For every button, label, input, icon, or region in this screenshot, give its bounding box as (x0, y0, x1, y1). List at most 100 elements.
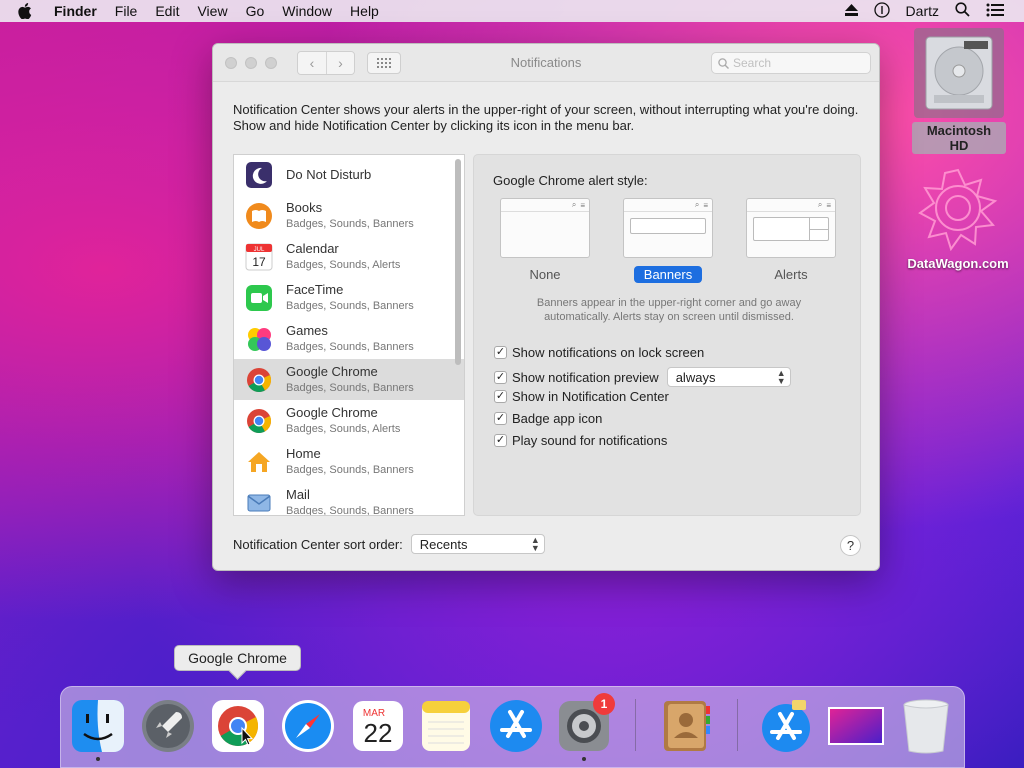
alert-style-banners[interactable]: ⌕ ≡ Banners (623, 198, 713, 283)
notification-center-checkbox[interactable]: ✓ (494, 390, 507, 403)
dock-contacts[interactable] (657, 695, 715, 757)
app-list-scrollbar[interactable] (455, 159, 461, 365)
lock-screen-checkbox[interactable]: ✓ (494, 346, 507, 359)
app-notification-summary: Badges, Sounds, Banners (286, 300, 414, 312)
dock-trash[interactable] (897, 695, 955, 757)
lock-screen-option[interactable]: ✓ Show notifications on lock screen (494, 345, 704, 360)
app-notification-summary: Badges, Sounds, Alerts (286, 259, 401, 271)
facetime-icon (244, 283, 274, 313)
notifications-window: ‹ › Notifications Notification Center sh… (212, 43, 880, 571)
list-item-google-chrome-selected[interactable]: Google Chrome Badges, Sounds, Banners (234, 359, 464, 400)
search-field[interactable] (711, 52, 871, 74)
sound-checkbox[interactable]: ✓ (494, 434, 507, 447)
calendar-month-label: JUL (254, 247, 265, 253)
list-item-games[interactable]: Games Badges, Sounds, Banners (234, 318, 464, 359)
badge-checkbox[interactable]: ✓ (494, 412, 507, 425)
app-name: Calendar (286, 241, 339, 256)
app-notification-summary: Badges, Sounds, Alerts (286, 423, 401, 435)
app-store-icon (762, 700, 810, 752)
calendar-icon: JUL 17 (244, 242, 274, 272)
alert-style-help-text: Banners appear in the upper-right corner… (536, 297, 802, 323)
eject-icon[interactable] (844, 3, 858, 19)
alert-style-none[interactable]: ⌕ ≡ None (500, 198, 590, 283)
checkmark-icon: ✓ (495, 390, 506, 402)
list-item-google-chrome[interactable]: Google Chrome Badges, Sounds, Alerts (234, 400, 464, 441)
dock-wallpaper-folder[interactable] (827, 695, 885, 757)
alert-style-alerts[interactable]: ⌕ ≡ Alerts (746, 198, 836, 283)
user-name[interactable]: Dartz (906, 3, 939, 19)
chevron-up-down-icon: ▲ ▼ (776, 368, 786, 386)
list-item-home[interactable]: Home Badges, Sounds, Banners (234, 441, 464, 482)
preview-list-icon: ≡ (703, 200, 708, 210)
sound-option[interactable]: ✓ Play sound for notifications (494, 433, 667, 448)
dock-app-store[interactable] (487, 695, 545, 757)
app-name: Books (286, 200, 323, 215)
lock-screen-label: Show notifications on lock screen (512, 345, 705, 360)
navigation-buttons: ‹ › (297, 50, 355, 75)
menu-view[interactable]: View (197, 3, 227, 19)
preview-checkbox[interactable]: ✓ (494, 370, 507, 384)
dock-calendar[interactable]: MAR 22 (349, 695, 407, 757)
dock-calendar-day: 22 (364, 718, 393, 748)
window-controls (225, 56, 277, 69)
dock-notes[interactable] (417, 695, 475, 757)
alert-style-none-preview: ⌕ ≡ (500, 198, 590, 258)
menu-finder[interactable]: Finder (54, 3, 97, 19)
list-item-books[interactable]: Books Badges, Sounds, Banners (234, 195, 464, 236)
calendar-icon: MAR 22 (353, 701, 403, 751)
notification-center-option[interactable]: ✓ Show in Notification Center (494, 389, 669, 404)
dock-finder[interactable] (69, 695, 127, 761)
datawagon-desktop-icon[interactable]: DataWagon.com (900, 168, 1016, 271)
grid-icon (377, 57, 391, 68)
chevron-right-icon: › (338, 54, 343, 71)
dock-system-preferences[interactable]: 1 (555, 693, 615, 761)
show-all-button[interactable] (367, 51, 401, 74)
preview-list-icon: ≡ (580, 200, 585, 210)
badge-option[interactable]: ✓ Badge app icon (494, 411, 602, 426)
app-name: Google Chrome (286, 364, 378, 379)
alert-preview (753, 217, 829, 241)
minimize-window-button[interactable] (245, 56, 257, 69)
preview-select[interactable]: always ▲ ▼ (666, 367, 791, 387)
preview-list-icon: ≡ (826, 200, 831, 210)
back-button[interactable]: ‹ (298, 51, 326, 74)
zoom-window-button[interactable] (265, 56, 277, 69)
wallpaper-image-icon (828, 707, 884, 745)
dock-app-store-downloads[interactable] (757, 695, 815, 757)
search-input[interactable] (733, 56, 863, 70)
preview-search-icon: ⌕ (817, 200, 823, 209)
menu-go[interactable]: Go (246, 3, 265, 19)
list-item-facetime[interactable]: FaceTime Badges, Sounds, Banners (234, 277, 464, 318)
sort-order-select[interactable]: Recents ▲ ▼ (410, 534, 545, 554)
launchpad-rocket-icon (142, 700, 194, 752)
forward-button[interactable]: › (326, 51, 354, 74)
list-item-calendar[interactable]: JUL 17 Calendar Badges, Sounds, Alerts (234, 236, 464, 277)
info-icon[interactable] (873, 1, 890, 21)
preview-option[interactable]: ✓ Show notification preview always ▲ ▼ (494, 367, 791, 387)
dock-safari[interactable] (279, 695, 337, 757)
contacts-book-icon (664, 701, 710, 751)
spotlight-search-icon[interactable] (955, 2, 970, 20)
moon-icon (244, 160, 274, 190)
apple-menu-icon[interactable] (18, 3, 36, 19)
menu-help[interactable]: Help (350, 3, 379, 19)
menu-edit[interactable]: Edit (155, 3, 179, 19)
chrome-icon (244, 406, 274, 436)
app-name: Home (286, 446, 321, 461)
app-notification-summary: Badges, Sounds, Banners (286, 505, 414, 516)
dock-google-chrome[interactable] (209, 695, 267, 757)
list-item-mail[interactable]: Mail Badges, Sounds, Banners (234, 482, 464, 516)
alert-style-label: Google Chrome alert style: (493, 173, 648, 188)
app-list[interactable]: Do Not Disturb Books Badges, Sounds, Bann… (233, 154, 465, 516)
menu-window[interactable]: Window (282, 3, 332, 19)
sort-order-label: Notification Center sort order: (233, 536, 403, 552)
chrome-icon (212, 700, 264, 752)
help-button[interactable]: ? (840, 535, 861, 556)
dock-launchpad[interactable] (139, 695, 197, 757)
control-center-icon[interactable] (986, 3, 1004, 20)
list-item-do-not-disturb[interactable]: Do Not Disturb (234, 155, 464, 195)
menu-file[interactable]: File (115, 3, 138, 19)
trash-icon (903, 699, 949, 754)
macintosh-hd-desktop-icon[interactable]: Macintosh HD (912, 28, 1006, 154)
close-window-button[interactable] (225, 56, 237, 69)
